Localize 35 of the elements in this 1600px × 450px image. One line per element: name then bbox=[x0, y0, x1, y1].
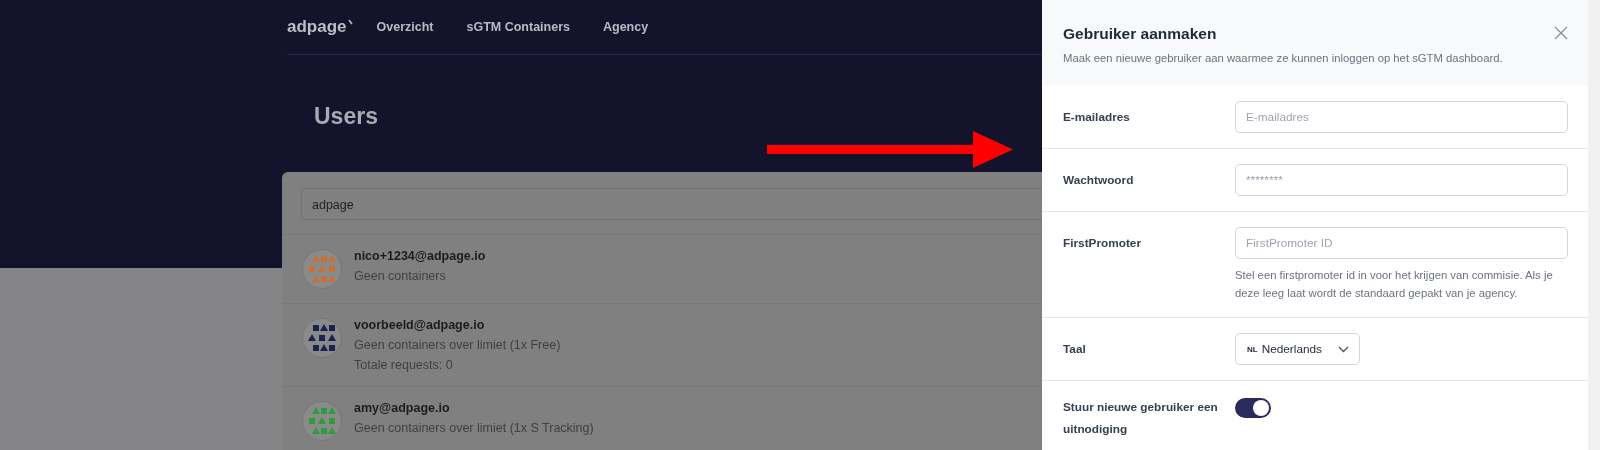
scrollbar[interactable] bbox=[1588, 0, 1600, 450]
field-label: Wachtwoord bbox=[1063, 172, 1135, 189]
user-email: amy@adpage.io bbox=[354, 401, 451, 415]
field-label: FirstPromoter bbox=[1063, 235, 1142, 252]
user-row[interactable]: nico+1234@adpage.io Geen containers bbox=[282, 235, 1042, 304]
logo-mark-icon bbox=[347, 19, 353, 25]
chevron-down-icon bbox=[1338, 345, 1349, 353]
help-text: Stel een firstpromoter id in voor het krijgen van commisie. Als je deze leeg laat wordt de standaard gepakt van je agency. bbox=[1235, 268, 1554, 301]
field-label: E-mailadres bbox=[1063, 109, 1131, 126]
toggle-switch[interactable] bbox=[1235, 398, 1271, 418]
field-label: Taal bbox=[1063, 341, 1087, 358]
close-icon bbox=[1554, 26, 1568, 40]
nav-link[interactable]: Overzicht bbox=[376, 20, 434, 34]
panel-description: Maak een nieuwe gebruiker aan waarmee ze kunnen inloggen op het sGTM dashboard. bbox=[1063, 52, 1504, 64]
user-detail: Totale requests: 0 bbox=[354, 358, 454, 372]
user-detail: Geen containers over limiet (1x S Tracking) bbox=[354, 421, 594, 435]
nav-link[interactable]: sGTM Containers bbox=[466, 20, 570, 34]
language-select[interactable]: NL Nederlands bbox=[1235, 333, 1360, 365]
close-button[interactable] bbox=[1554, 26, 1568, 40]
user-detail: Geen containers bbox=[354, 269, 447, 283]
page-title: Users bbox=[313, 102, 379, 130]
field-label: Stuur nieuwe gebruiker een uitnodiging bbox=[1063, 399, 1219, 438]
user-detail: Geen containers over limiet (1x Free) bbox=[354, 338, 561, 352]
input-field[interactable]: ******** bbox=[1235, 164, 1568, 196]
user-email: nico+1234@adpage.io bbox=[354, 249, 486, 263]
input-field[interactable]: E-mailadres bbox=[1235, 101, 1568, 133]
user-row[interactable]: voorbeeld@adpage.io Geen containers over limiet (1x Free) Totale requests: 0 bbox=[282, 304, 1042, 387]
arrow-icon bbox=[765, 130, 1015, 170]
nav-link[interactable]: Agency bbox=[603, 20, 649, 34]
search-field[interactable]: adpage bbox=[301, 188, 1042, 220]
user-row[interactable]: amy@adpage.io Geen containers over limiet (1x S Tracking) bbox=[282, 387, 1042, 450]
logo[interactable]: adpage bbox=[287, 17, 347, 37]
user-email: voorbeeld@adpage.io bbox=[354, 318, 486, 332]
input-field[interactable]: FirstPromoter ID bbox=[1235, 227, 1568, 259]
panel-title: Gebruiker aanmaken bbox=[1063, 25, 1217, 43]
